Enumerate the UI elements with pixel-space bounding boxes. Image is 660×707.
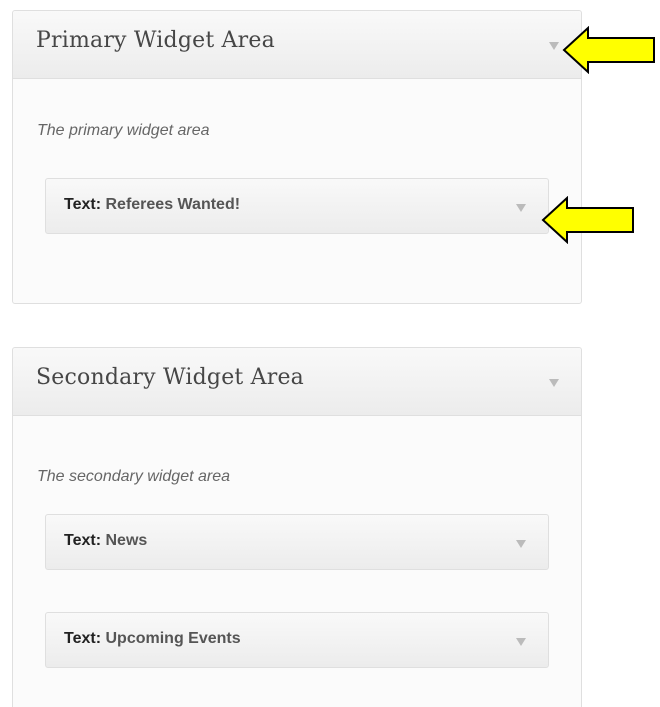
secondary-widget-area-header[interactable]: Secondary Widget Area — [13, 348, 581, 416]
sidebar-title: Secondary Widget Area — [36, 365, 304, 390]
arrow-left-icon — [541, 196, 634, 244]
triangle-down-icon[interactable] — [549, 42, 559, 50]
widget-name-label: News — [105, 532, 148, 549]
triangle-down-icon[interactable] — [516, 540, 526, 548]
widget-referees-wanted[interactable]: Text: Referees Wanted! — [45, 178, 549, 234]
secondary-widget-area: Secondary Widget Area The secondary widg… — [12, 347, 582, 707]
widget-title: Text: News — [64, 532, 147, 550]
widget-type-label: Text: — [64, 630, 102, 647]
triangle-down-icon[interactable] — [516, 204, 526, 212]
widget-news[interactable]: Text: News — [45, 514, 549, 570]
widget-name-label: Referees Wanted! — [105, 196, 241, 213]
primary-widget-area: Primary Widget Area The primary widget a… — [12, 10, 582, 304]
widget-title: Text: Upcoming Events — [64, 630, 241, 648]
widget-name-label: Upcoming Events — [105, 630, 241, 647]
arrow-left-icon — [562, 26, 655, 74]
sidebar-description: The primary widget area — [37, 122, 210, 139]
sidebar-description: The secondary widget area — [37, 468, 230, 485]
widget-upcoming-events[interactable]: Text: Upcoming Events — [45, 612, 549, 668]
widget-type-label: Text: — [64, 532, 102, 549]
widget-type-label: Text: — [64, 196, 102, 213]
triangle-down-icon[interactable] — [549, 379, 559, 387]
primary-widget-area-header[interactable]: Primary Widget Area — [13, 11, 581, 79]
triangle-down-icon[interactable] — [516, 638, 526, 646]
sidebar-title: Primary Widget Area — [36, 28, 275, 53]
widget-title: Text: Referees Wanted! — [64, 196, 240, 214]
